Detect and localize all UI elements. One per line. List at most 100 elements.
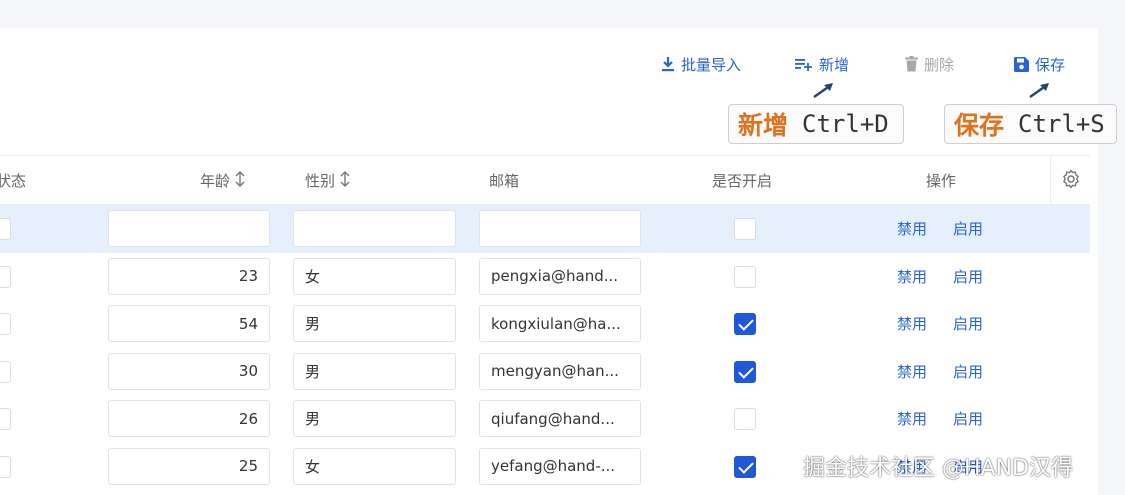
column-header-enabled: 是否开启	[712, 156, 772, 205]
email-field[interactable]: pengxia@hand...	[479, 257, 641, 295]
enabled-checkbox[interactable]	[734, 408, 756, 430]
row-select-checkbox[interactable]	[0, 313, 11, 335]
disable-link[interactable]: 禁用	[897, 313, 927, 334]
disable-link[interactable]: 禁用	[897, 218, 927, 239]
gender-value: 男	[305, 410, 321, 428]
batch-import-label: 批量导入	[681, 55, 742, 74]
add-hint-action: 新增	[738, 111, 789, 140]
age-value: 25	[238, 457, 258, 475]
sort-icon[interactable]	[234, 170, 246, 191]
download-icon	[661, 56, 675, 72]
enable-link[interactable]: 启用	[953, 313, 983, 334]
enable-link[interactable]: 启用	[953, 218, 983, 239]
email-field[interactable]: mengyan@han...	[479, 352, 641, 390]
sort-icon[interactable]	[339, 170, 351, 191]
status-header-label: 状态	[0, 172, 27, 190]
column-header-status: 状态	[0, 156, 26, 205]
floppy-disk-icon	[1014, 56, 1029, 72]
enabled-header-label: 是否开启	[712, 172, 773, 190]
gender-field[interactable]: 男	[293, 352, 456, 390]
row-select-checkbox[interactable]	[0, 218, 11, 240]
email-value: pengxia@hand...	[491, 267, 619, 285]
table-row[interactable]: 26 男 qiufang@hand... 禁用 启用	[0, 395, 1090, 443]
arrow-icon	[813, 83, 833, 98]
add-button[interactable]: 新增	[795, 53, 849, 75]
save-shortcut-hint: 保存 Ctrl+S	[944, 104, 1117, 144]
age-field[interactable]: 30	[108, 352, 270, 390]
gender-field[interactable]: 女	[293, 447, 456, 485]
delete-button[interactable]: 删除	[905, 53, 954, 75]
row-select-checkbox[interactable]	[0, 360, 11, 383]
row-select-checkbox[interactable]	[0, 408, 11, 430]
batch-import-button[interactable]: 批量导入	[661, 53, 741, 75]
gender-value: 女	[305, 267, 321, 286]
email-value: mengyan@han...	[491, 362, 619, 380]
table-row[interactable]: 禁用 启用	[0, 205, 1090, 253]
enabled-checkbox[interactable]	[734, 265, 756, 288]
age-field[interactable]: 54	[108, 305, 270, 342]
column-header-gender[interactable]: 性别	[305, 156, 351, 205]
save-label: 保存	[1035, 55, 1066, 74]
gender-field[interactable]: 男	[293, 400, 456, 437]
column-header-actions: 操作	[926, 156, 956, 205]
add-shortcut-hint: 新增 Ctrl+D	[728, 104, 904, 144]
email-header-label: 邮箱	[489, 172, 520, 190]
gender-field[interactable]	[293, 210, 456, 247]
email-field[interactable]: kongxiulan@ha...	[479, 305, 641, 342]
enable-link[interactable]: 启用	[953, 266, 983, 287]
email-field[interactable]: qiufang@hand...	[479, 400, 641, 437]
gender-field[interactable]: 男	[293, 305, 456, 342]
table-panel: 批量导入 新增 删除 保存 新增 Ctrl+D 保存 Ctrl+S 状态 年龄 …	[0, 28, 1117, 495]
gender-field[interactable]: 女	[293, 257, 456, 295]
email-value: yefang@hand-...	[491, 457, 616, 475]
table-row[interactable]: 30 男 mengyan@han... 禁用 启用	[0, 348, 1090, 396]
email-value: kongxiulan@ha...	[491, 314, 621, 333]
save-hint-action: 保存	[954, 111, 1005, 140]
gender-value: 男	[305, 362, 321, 381]
trash-icon	[905, 56, 918, 72]
enabled-checkbox[interactable]	[734, 360, 756, 383]
watermark: 掘金技术社区 @HAND汉得	[803, 456, 1073, 481]
age-value: 30	[238, 362, 258, 380]
email-value: qiufang@hand...	[491, 409, 615, 428]
add-label: 新增	[819, 55, 850, 74]
disable-link[interactable]: 禁用	[897, 266, 927, 287]
row-select-checkbox[interactable]	[0, 455, 11, 478]
save-button[interactable]: 保存	[1014, 53, 1065, 75]
age-field[interactable]	[108, 210, 270, 247]
age-header-label: 年龄	[200, 172, 231, 190]
enabled-checkbox[interactable]	[734, 218, 756, 240]
column-header-age[interactable]: 年龄	[200, 156, 246, 205]
enable-link[interactable]: 启用	[953, 408, 983, 429]
gender-value: 女	[305, 457, 321, 476]
row-select-checkbox[interactable]	[0, 265, 11, 288]
arrow-icon	[1029, 83, 1049, 98]
gender-header-label: 性别	[305, 172, 336, 190]
age-field[interactable]: 23	[108, 257, 270, 295]
table-body: 禁用 启用 23 女 pengxia@hand... 禁用 启用 54 男 kongxiulan@…	[0, 205, 1090, 490]
data-table: 状态 年龄 性别 邮箱 是否开启 操作 禁用 启用 23 女 pengxia@h…	[0, 155, 1090, 490]
gender-value: 男	[305, 315, 321, 333]
disable-link[interactable]: 禁用	[897, 361, 927, 382]
age-value: 26	[238, 409, 258, 428]
disable-link[interactable]: 禁用	[897, 408, 927, 429]
age-value: 54	[238, 314, 258, 333]
table-row[interactable]: 23 女 pengxia@hand... 禁用 启用	[0, 253, 1090, 301]
column-settings-button[interactable]	[1050, 156, 1090, 205]
enable-link[interactable]: 启用	[953, 361, 983, 382]
actions-header-label: 操作	[926, 172, 957, 190]
gear-icon[interactable]	[1061, 169, 1081, 193]
age-field[interactable]: 26	[108, 400, 270, 437]
delete-label: 删除	[924, 55, 955, 74]
enabled-checkbox[interactable]	[734, 313, 756, 335]
email-field[interactable]	[479, 210, 641, 247]
email-field[interactable]: yefang@hand-...	[479, 447, 641, 485]
column-header-email: 邮箱	[489, 156, 519, 205]
save-hint-keys: Ctrl+S	[1018, 110, 1105, 138]
enabled-checkbox[interactable]	[734, 455, 756, 478]
age-field[interactable]: 25	[108, 447, 270, 485]
add-hint-keys: Ctrl+D	[802, 110, 889, 138]
age-value: 23	[238, 267, 258, 285]
table-header: 状态 年龄 性别 邮箱 是否开启 操作	[0, 155, 1090, 205]
table-row[interactable]: 54 男 kongxiulan@ha... 禁用 启用	[0, 300, 1090, 348]
